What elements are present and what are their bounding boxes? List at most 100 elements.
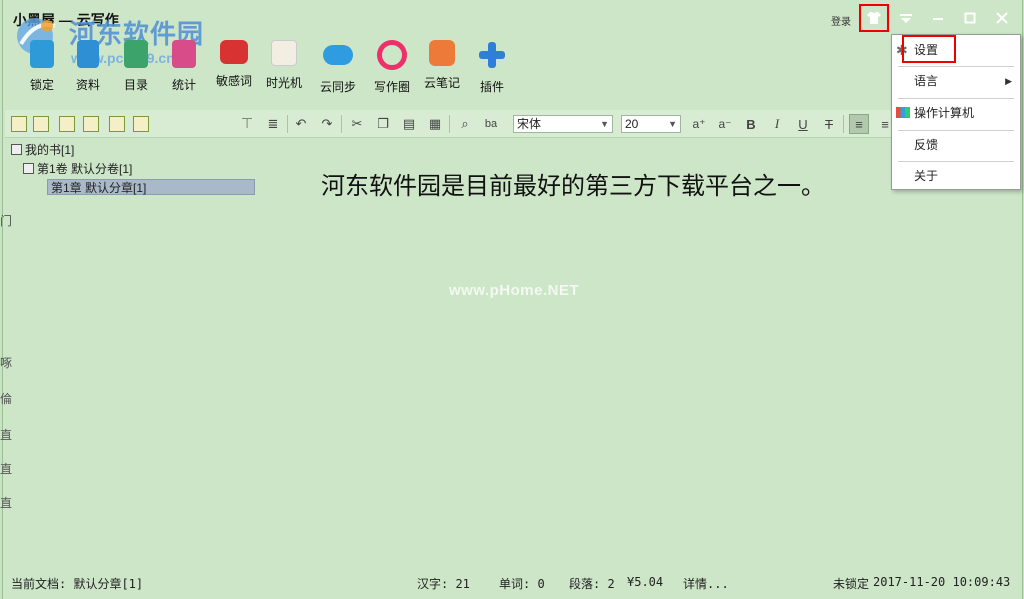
close-icon	[996, 12, 1008, 24]
status-lock-state: 未锁定	[833, 577, 870, 591]
select-all-icon[interactable]: ▦	[425, 114, 445, 134]
underline-icon[interactable]: U	[793, 114, 813, 134]
background-window-text: 啄	[0, 356, 13, 370]
watermark-center: www.pHome.NET	[449, 282, 580, 299]
tool-label: 时光机	[265, 76, 302, 90]
lock-icon	[30, 40, 54, 68]
bold-icon[interactable]: B	[741, 114, 761, 134]
import-icon[interactable]	[83, 116, 99, 132]
tool-sensitive-words[interactable]: 敏感词	[209, 40, 259, 98]
menu-button[interactable]	[891, 5, 921, 31]
highlight-box	[902, 35, 956, 63]
menu-item-label: 关于	[914, 169, 939, 183]
status-details-link[interactable]: 详情...	[683, 575, 729, 592]
new-book-icon[interactable]	[11, 116, 27, 132]
font-shrink-icon[interactable]: a⁻	[715, 114, 735, 134]
new-volume-icon[interactable]	[33, 116, 49, 132]
login-link[interactable]: 登录	[831, 13, 851, 28]
plugin-icon	[479, 42, 505, 68]
cut-icon[interactable]: ✂	[347, 114, 367, 134]
tool-label: 云笔记	[423, 76, 460, 90]
menu-item-feedback[interactable]: 反馈	[892, 132, 1020, 158]
paste-icon[interactable]: ▤	[399, 114, 419, 134]
tshirt-icon	[867, 12, 881, 24]
chevron-right-icon: ▶	[1005, 76, 1012, 86]
tool-label: 统计	[171, 78, 196, 92]
main-dropdown-menu: ✱ 设置 语言 ▶ 操作计算机 反馈 关于	[891, 34, 1021, 190]
cloud-note-icon	[429, 40, 455, 66]
time-machine-icon	[271, 40, 297, 66]
move-down-icon[interactable]	[133, 116, 149, 132]
tool-label: 写作圈	[373, 80, 410, 94]
editor-content[interactable]: 河东软件园是目前最好的第三方下载平台之一。	[321, 166, 825, 201]
status-datetime: 2017-11-20 10:09:43	[873, 575, 1011, 589]
chevron-down-icon: ▼	[600, 119, 609, 129]
outline-icon[interactable]: ≣	[263, 114, 283, 134]
background-window-text: 直	[0, 462, 13, 476]
tool-catalog[interactable]: 目录	[111, 40, 161, 98]
italic-icon[interactable]: I	[767, 114, 787, 134]
tool-profile[interactable]: 资料	[63, 40, 113, 98]
tree-toolbar: ⊤	[5, 110, 263, 138]
maximize-button[interactable]	[955, 5, 985, 31]
status-current-doc: 当前文档: 默认分章[1]	[11, 577, 144, 591]
search-icon[interactable]: ⌕	[455, 114, 475, 134]
tool-label: 锁定	[29, 78, 54, 92]
tree-chapter[interactable]: 第1章 默认分章[1]	[47, 179, 255, 195]
menu-item-label: 反馈	[914, 138, 939, 152]
font-family-select[interactable]: 宋体 ▼	[513, 115, 613, 133]
strikethrough-icon[interactable]: T	[819, 114, 839, 134]
redo-icon[interactable]: ↷	[317, 114, 337, 134]
tool-cloud-sync[interactable]: 云同步	[313, 40, 363, 98]
background-window-text: 直	[0, 496, 13, 510]
align-left-icon[interactable]: ≡	[849, 114, 869, 134]
status-words: 单词: 0	[499, 577, 545, 591]
tool-cloud-note[interactable]: 云笔记	[417, 40, 467, 98]
tool-lock[interactable]: 锁定	[17, 40, 67, 98]
tree-expander[interactable]	[23, 163, 34, 174]
tree-expander[interactable]	[11, 144, 22, 155]
tree-volume[interactable]: 第1卷 默认分卷[1]	[23, 161, 132, 177]
pin-icon[interactable]: ⊤	[241, 115, 253, 132]
move-up-icon[interactable]	[109, 116, 125, 132]
status-hanzi: 汉字: 21	[417, 577, 470, 591]
new-chapter-icon[interactable]	[59, 116, 75, 132]
background-window-text: 直	[0, 428, 13, 442]
tool-stats[interactable]: 统计	[159, 40, 209, 98]
background-window-text: 门	[0, 214, 13, 228]
menu-item-language[interactable]: 语言 ▶	[892, 68, 1020, 94]
profile-icon	[77, 40, 99, 68]
tree-chapter-label: 第1章 默认分章[1]	[51, 181, 147, 195]
status-paragraphs: 段落: 2	[569, 577, 615, 591]
tool-label: 敏感词	[215, 74, 252, 88]
tree-book-label: 我的书[1]	[25, 143, 75, 157]
computer-control-icon	[896, 107, 910, 118]
menu-item-computer-control[interactable]: 操作计算机	[892, 100, 1020, 126]
font-family-value: 宋体	[517, 117, 542, 131]
chevron-down-icon: ▼	[668, 119, 677, 129]
tool-time-machine[interactable]: 时光机	[259, 40, 309, 98]
tool-writing-circle[interactable]: 写作圈	[367, 40, 417, 98]
skin-button[interactable]	[859, 4, 889, 32]
tool-plugin[interactable]: 插件	[467, 40, 517, 98]
app-window: 小黑屋 — 云写作 登录 河东软件园 www.pc0359.cn 锁定 资料 目…	[2, 0, 1023, 599]
font-grow-icon[interactable]: a⁺	[689, 114, 709, 134]
tool-label: 插件	[479, 80, 504, 94]
tree-book[interactable]: 我的书[1]	[11, 142, 74, 158]
menu-item-label: 操作计算机	[914, 106, 975, 120]
tool-label: 目录	[123, 78, 148, 92]
undo-icon[interactable]: ↶	[291, 114, 311, 134]
background-window-text: 倫	[0, 392, 13, 406]
status-bar: 当前文档: 默认分章[1] 汉字: 21 单词: 0 段落: 2 ¥5.04 详…	[5, 572, 1023, 594]
catalog-icon	[124, 40, 148, 68]
menu-item-label: 语言	[914, 74, 939, 88]
close-button[interactable]	[987, 5, 1017, 31]
writing-circle-icon	[377, 40, 407, 70]
maximize-icon	[964, 12, 976, 24]
menu-item-about[interactable]: 关于	[892, 163, 1020, 189]
font-size-select[interactable]: 20 ▼	[621, 115, 681, 133]
tool-label: 云同步	[319, 80, 356, 94]
copy-icon[interactable]: ❐	[373, 114, 393, 134]
replace-icon[interactable]: ba	[481, 114, 501, 134]
minimize-button[interactable]	[923, 5, 953, 31]
